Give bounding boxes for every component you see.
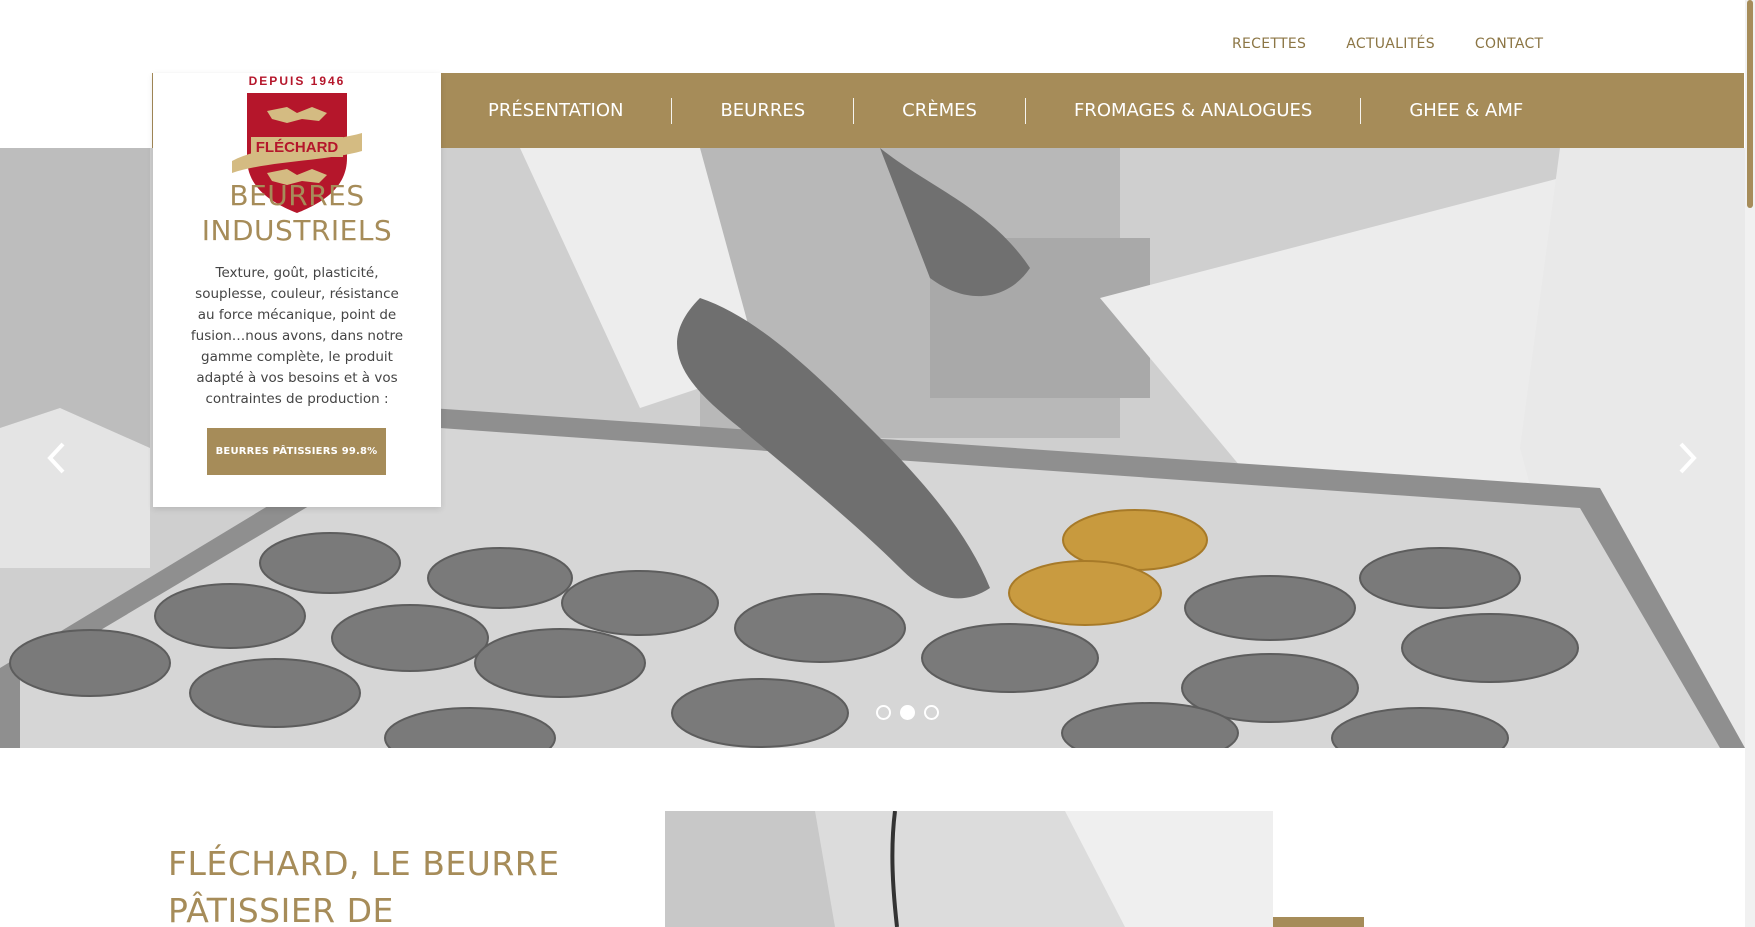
hero-caption-card: DEPUIS 1946 FLÉCHARD BEURRES INDUSTRIELS…: [153, 73, 441, 507]
section-accent-bar: [1273, 917, 1364, 927]
nav-divider: [1360, 97, 1362, 124]
top-link-actualites[interactable]: ACTUALITÉS: [1346, 36, 1435, 52]
hero-title-line1: BEURRES: [229, 179, 365, 212]
hero-title: BEURRES INDUSTRIELS: [153, 178, 441, 248]
carousel-next-button[interactable]: [1668, 430, 1708, 486]
nav-item-beurres[interactable]: BEURRES: [672, 100, 853, 121]
beurres-patissiers-button[interactable]: BEURRES PÂTISSIERS 99.8%: [207, 428, 386, 475]
top-links: RECETTES ACTUALITÉS CONTACT: [1232, 36, 1543, 52]
chevron-right-icon: [1679, 442, 1697, 474]
nav-item-cremes[interactable]: CRÈMES: [854, 100, 1025, 121]
nav-divider: [1024, 97, 1026, 124]
chevron-left-icon: [47, 442, 65, 474]
page-scrollbar-thumb[interactable]: [1747, 0, 1753, 208]
svg-text:DEPUIS 1946: DEPUIS 1946: [249, 74, 346, 88]
section-title: FLÉCHARD, LE BEURRE PÂTISSIER DE: [168, 844, 560, 927]
carousel-dot-1[interactable]: [876, 705, 891, 720]
carousel-dot-2[interactable]: [900, 705, 915, 720]
top-link-recettes[interactable]: RECETTES: [1232, 36, 1306, 52]
section-photo: [665, 811, 1273, 927]
carousel-dot-3[interactable]: [924, 705, 939, 720]
nav-divider: [853, 97, 855, 124]
svg-text:FLÉCHARD: FLÉCHARD: [256, 139, 339, 156]
carousel-dots: [876, 705, 939, 720]
carousel-prev-button[interactable]: [36, 430, 76, 486]
section-image: [665, 811, 1273, 927]
top-link-contact[interactable]: CONTACT: [1475, 36, 1544, 52]
nav-item-fromages[interactable]: FROMAGES & ANALOGUES: [1026, 100, 1360, 121]
hero-title-line2: INDUSTRIELS: [201, 214, 393, 247]
hero-description: Texture, goût, plasticité, souplesse, co…: [190, 265, 404, 407]
nav-item-ghee[interactable]: GHEE & AMF: [1361, 100, 1571, 121]
nav-item-presentation[interactable]: PRÉSENTATION: [440, 100, 671, 121]
main-menu: PRÉSENTATION BEURRES CRÈMES FROMAGES & A…: [440, 73, 1571, 148]
nav-divider: [671, 97, 673, 124]
